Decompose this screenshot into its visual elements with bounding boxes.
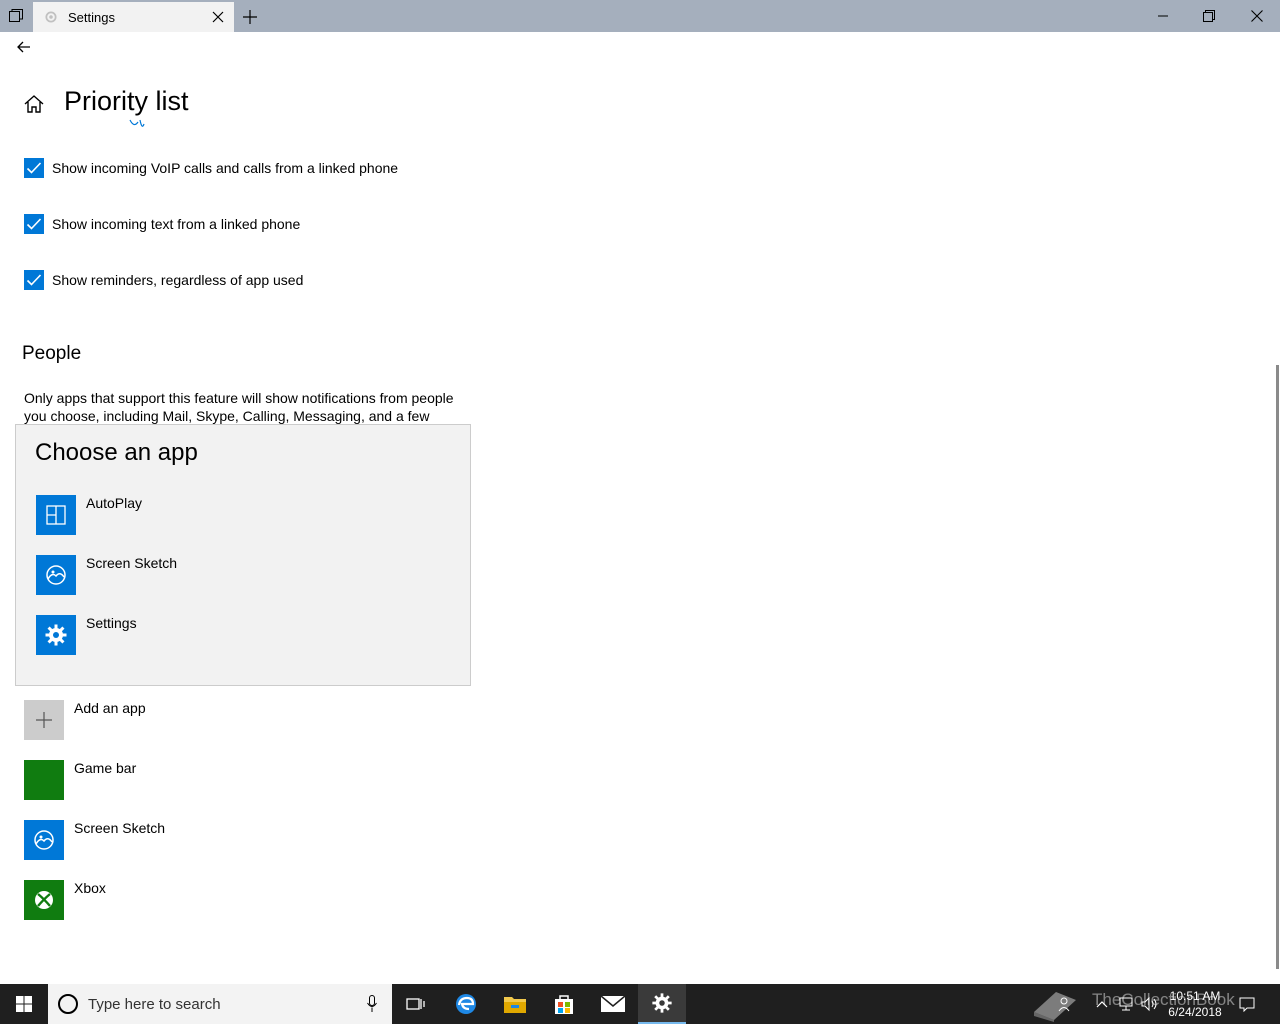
close-window-icon[interactable] <box>1234 0 1280 32</box>
checkbox-checked[interactable] <box>24 270 44 290</box>
volume-icon[interactable] <box>1140 984 1160 1024</box>
chevron-up-icon[interactable] <box>1092 984 1112 1024</box>
cortana-icon <box>58 994 78 1014</box>
set-aside-tabs-icon[interactable] <box>0 0 32 32</box>
flyout-title: Choose an app <box>35 439 198 466</box>
app-name: Screen Sketch <box>74 820 166 836</box>
screen-sketch-icon <box>36 555 76 595</box>
taskbar: Type here to search TheCollectionBook 10… <box>0 984 1280 1024</box>
app-name: AutoPlay <box>86 495 143 511</box>
new-tab-icon[interactable] <box>240 7 260 27</box>
flyout-item-screen-sketch[interactable]: Screen Sketch <box>36 555 456 595</box>
home-icon[interactable] <box>22 92 46 116</box>
flyout-item-settings[interactable]: Settings <box>36 615 456 655</box>
mail-icon[interactable] <box>589 984 637 1024</box>
clipped-link-remnant <box>128 118 152 132</box>
edge-browser-icon[interactable] <box>442 984 490 1024</box>
clock-date: 6/24/2018 <box>1168 1005 1222 1019</box>
page-title: Priority list <box>64 86 189 116</box>
checkbox-checked[interactable] <box>24 214 44 234</box>
restore-icon[interactable] <box>1186 0 1232 32</box>
checkbox-label: Show incoming VoIP calls and calls from … <box>52 160 399 176</box>
screen-sketch-icon <box>24 820 64 860</box>
network-icon[interactable] <box>1116 984 1136 1024</box>
choose-app-flyout: Choose an app AutoPlay Screen Sketch Set… <box>15 424 471 686</box>
app-name: Screen Sketch <box>86 555 178 571</box>
gear-icon <box>36 615 76 655</box>
gear-icon <box>43 9 59 25</box>
add-app-button[interactable]: Add an app <box>24 700 444 740</box>
file-explorer-icon[interactable] <box>491 984 539 1024</box>
plus-icon <box>24 700 64 740</box>
xbox-icon <box>24 880 64 920</box>
store-icon[interactable] <box>540 984 588 1024</box>
autoplay-icon <box>36 495 76 535</box>
app-name: Add an app <box>74 700 146 716</box>
close-tab-icon[interactable] <box>210 9 226 25</box>
app-name: Settings <box>86 615 137 631</box>
checkbox-row-reminders[interactable]: Show reminders, regardless of app used <box>24 270 303 290</box>
checkbox-label: Show incoming text from a linked phone <box>52 216 301 232</box>
tab-settings[interactable]: Settings <box>33 2 234 32</box>
people-icon[interactable] <box>1056 984 1076 1024</box>
list-item-xbox[interactable]: Xbox <box>24 880 444 920</box>
clock-time: 10:51 AM <box>1169 989 1221 1003</box>
flyout-item-autoplay[interactable]: AutoPlay <box>36 495 456 535</box>
task-view-icon[interactable] <box>392 984 440 1024</box>
app-name: Xbox <box>74 880 106 896</box>
list-item-game-bar[interactable]: Game bar <box>24 760 444 800</box>
action-center-icon[interactable] <box>1236 984 1258 1024</box>
title-bar: Settings <box>0 0 1280 32</box>
taskbar-search-box[interactable]: Type here to search <box>48 984 392 1024</box>
minimize-icon[interactable] <box>1140 0 1186 32</box>
microphone-icon[interactable] <box>364 994 380 1014</box>
checkbox-row-voip[interactable]: Show incoming VoIP calls and calls from … <box>24 158 398 178</box>
taskbar-clock[interactable]: 10:51 AM 6/24/2018 <box>1160 988 1230 1020</box>
section-heading-people: People <box>22 343 82 364</box>
app-name: Game bar <box>74 760 137 776</box>
list-item-screen-sketch[interactable]: Screen Sketch <box>24 820 444 860</box>
game-bar-icon <box>24 760 64 800</box>
tab-title: Settings <box>68 9 115 25</box>
settings-taskbar-icon[interactable] <box>638 984 686 1024</box>
checkbox-row-text[interactable]: Show incoming text from a linked phone <box>24 214 300 234</box>
back-arrow-icon[interactable] <box>12 36 36 58</box>
windows-start-icon[interactable] <box>0 984 48 1024</box>
checkbox-checked[interactable] <box>24 158 44 178</box>
checkbox-label: Show reminders, regardless of app used <box>52 272 304 288</box>
vertical-scrollbar[interactable] <box>1276 365 1279 969</box>
search-placeholder: Type here to search <box>88 996 221 1013</box>
